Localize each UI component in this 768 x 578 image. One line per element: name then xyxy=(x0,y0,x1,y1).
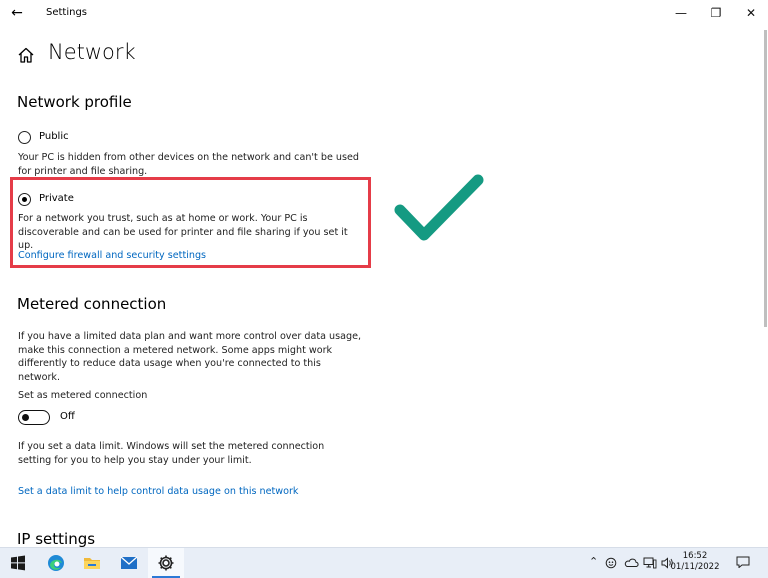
edge-icon xyxy=(48,555,64,571)
settings-taskbar-button[interactable] xyxy=(148,548,184,578)
close-button[interactable]: ✕ xyxy=(736,2,766,24)
settings-icon xyxy=(158,555,174,571)
clock-time: 16:52 xyxy=(682,551,708,561)
minimize-button[interactable]: — xyxy=(666,2,696,24)
data-limit-note: If you set a data limit. Windows will se… xyxy=(18,441,325,466)
private-radio[interactable] xyxy=(18,193,31,206)
metered-description: If you have a limited data plan and want… xyxy=(18,331,362,383)
firewall-settings-link[interactable]: Configure firewall and security settings xyxy=(18,250,206,261)
file-explorer-icon xyxy=(84,558,100,569)
metered-toggle-label: Set as metered connection xyxy=(18,390,148,401)
public-radio[interactable] xyxy=(18,131,31,144)
windows-start-button[interactable] xyxy=(0,548,36,578)
windows-start-icon xyxy=(11,555,25,571)
metered-connection-heading: Metered connection xyxy=(17,295,167,313)
mail-icon xyxy=(120,556,138,569)
taskbar-clock[interactable]: 16:52 01/11/2022 xyxy=(668,551,722,573)
onedrive-icon[interactable] xyxy=(624,557,639,568)
ip-settings-heading: IP settings xyxy=(17,530,96,548)
file-explorer-taskbar-button[interactable] xyxy=(74,548,110,578)
tray-chevron-icon[interactable]: ⌃ xyxy=(589,555,598,568)
clock-date: 01/11/2022 xyxy=(670,562,720,572)
edge-taskbar-button[interactable] xyxy=(38,548,74,578)
window-title: Settings xyxy=(46,7,88,18)
mail-taskbar-button[interactable] xyxy=(111,548,147,578)
taskbar: ⌃ 16:52 01/11/2022 xyxy=(0,547,768,578)
network-profile-heading: Network profile xyxy=(17,93,132,111)
back-arrow-icon[interactable]: ← xyxy=(6,3,28,23)
checkmark-icon xyxy=(394,174,484,241)
people-icon[interactable] xyxy=(605,557,617,569)
public-radio-label[interactable]: Public xyxy=(39,131,69,142)
home-icon[interactable] xyxy=(16,45,36,65)
private-description: For a network you trust, such as at home… xyxy=(18,213,348,251)
scrollbar[interactable] xyxy=(764,30,767,327)
maximize-button[interactable]: ❐ xyxy=(701,2,731,24)
metered-toggle-state: Off xyxy=(60,411,75,422)
data-limit-link[interactable]: Set a data limit to help control data us… xyxy=(18,486,299,497)
private-radio-label[interactable]: Private xyxy=(39,193,74,204)
metered-toggle[interactable] xyxy=(18,410,50,425)
title-bar: ← Settings — ❐ ✕ xyxy=(0,0,768,26)
notification-icon[interactable] xyxy=(736,556,750,568)
network-icon[interactable] xyxy=(643,557,657,569)
toggle-knob xyxy=(22,413,29,421)
public-description: Your PC is hidden from other devices on … xyxy=(18,152,359,177)
page-title: Network xyxy=(48,40,136,64)
